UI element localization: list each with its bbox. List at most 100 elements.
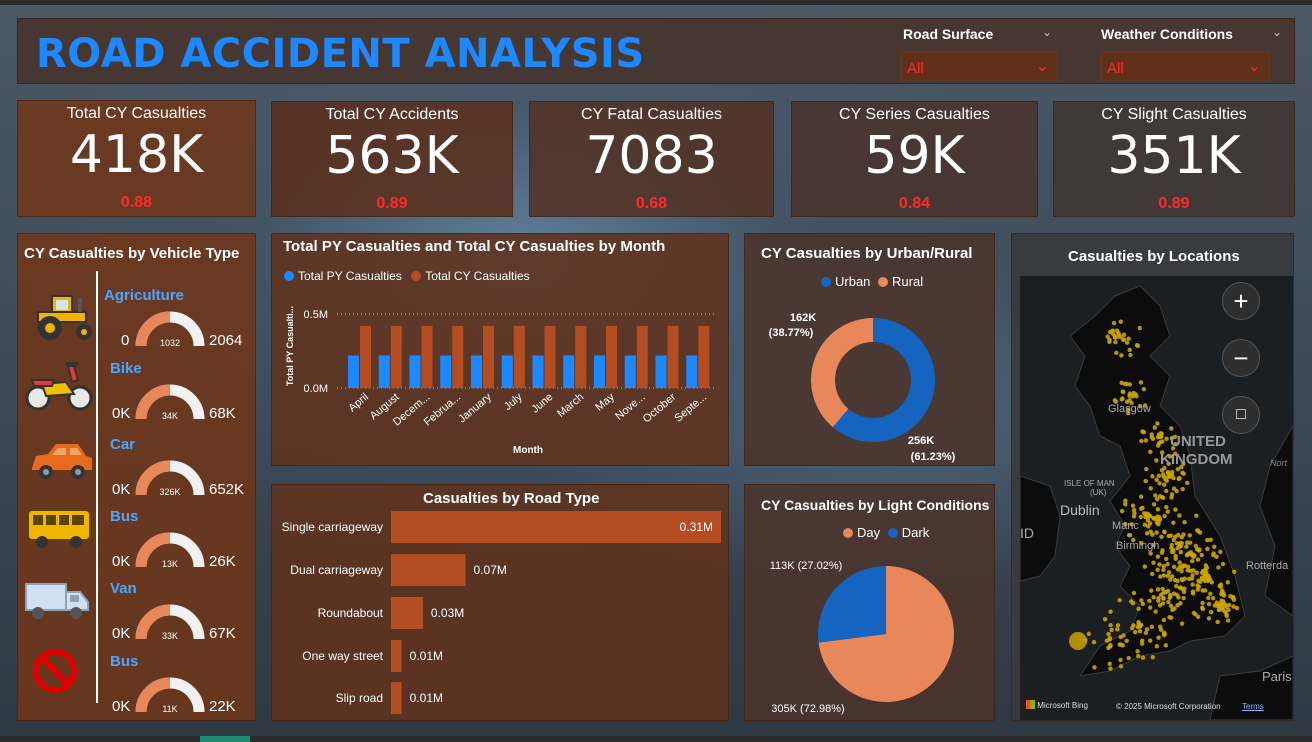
chevron-down-icon[interactable]: ⌄ bbox=[1042, 25, 1052, 39]
active-page-tab[interactable] bbox=[200, 736, 250, 742]
casualty-dot bbox=[1162, 513, 1167, 519]
casualty-dot bbox=[1168, 603, 1174, 609]
casualty-dot bbox=[1186, 576, 1192, 582]
casualty-dot bbox=[1148, 529, 1153, 534]
vehicle-name: Agriculture bbox=[104, 287, 185, 304]
kpi-card-slight-casualties[interactable]: CY Slight Casualties 351K 0.89 bbox=[1053, 101, 1295, 217]
casualty-dot bbox=[1162, 529, 1167, 534]
py-bar bbox=[348, 355, 359, 388]
car-icon bbox=[32, 444, 92, 479]
casualty-dot bbox=[1180, 577, 1185, 583]
road-type-chart[interactable]: Casualties by Road Type Single carriagew… bbox=[271, 484, 729, 721]
zoom-out-button[interactable]: − bbox=[1222, 339, 1260, 377]
casualty-dot bbox=[1120, 389, 1126, 394]
casualty-dot bbox=[1139, 438, 1144, 444]
py-bar bbox=[378, 355, 390, 388]
casualty-dot bbox=[1195, 557, 1201, 562]
casualty-dot bbox=[1232, 569, 1237, 574]
prohibited-icon bbox=[33, 649, 77, 693]
vehicle-type-panel: CY Casualties by Vehicle Type Agricultur… bbox=[17, 233, 256, 721]
casualty-dot bbox=[1171, 564, 1177, 570]
casualty-dot bbox=[1205, 546, 1210, 552]
casualty-dot bbox=[1199, 605, 1205, 610]
casualty-dot bbox=[1167, 595, 1172, 601]
casualty-dot bbox=[1132, 629, 1138, 635]
casualty-dot bbox=[1102, 616, 1108, 622]
casualty-dot bbox=[1171, 520, 1176, 525]
casualty-dot bbox=[1159, 534, 1164, 540]
kpi-value: 351K bbox=[1107, 126, 1241, 186]
urban-rural-chart[interactable]: CY Casualties by Urban/Rural Urban Rural… bbox=[744, 233, 995, 466]
casualty-dot bbox=[1206, 595, 1211, 601]
casualty-dot bbox=[1110, 328, 1116, 333]
casualty-dot bbox=[1124, 381, 1129, 387]
casualty-dot bbox=[1151, 515, 1156, 521]
map-label-manchester: Manc bbox=[1112, 520, 1139, 532]
casualty-dot bbox=[1160, 586, 1165, 592]
casualty-dot bbox=[1157, 562, 1162, 567]
casualty-dot bbox=[1225, 580, 1230, 585]
casualty-dot bbox=[1195, 528, 1200, 533]
casualty-dot bbox=[1119, 508, 1125, 514]
casualty-dot bbox=[1177, 475, 1182, 481]
page-title: ROAD ACCIDENT ANALYSIS bbox=[36, 31, 645, 77]
casualty-dot bbox=[1111, 320, 1117, 326]
gauge: 13K bbox=[135, 532, 205, 569]
select-region-button[interactable]: □ bbox=[1222, 396, 1260, 434]
cy-bar bbox=[513, 325, 525, 388]
gauge-max-label: 2064 bbox=[209, 332, 243, 349]
casualty-dot bbox=[1190, 573, 1195, 578]
cy-bar bbox=[452, 325, 464, 388]
light-conditions-chart[interactable]: CY Casualties by Light Conditions Day Da… bbox=[744, 484, 995, 721]
py-bar bbox=[501, 355, 513, 388]
casualty-dot bbox=[1157, 481, 1162, 486]
casualty-dot bbox=[1144, 627, 1150, 632]
casualty-dot bbox=[1166, 599, 1171, 605]
map-label-north-sea: Nort bbox=[1270, 458, 1288, 468]
casualty-dot bbox=[1149, 571, 1155, 577]
vehicle-name: Bike bbox=[110, 360, 142, 377]
kpi-card-total-casualties[interactable]: Total CY Casualties 418K 0.88 bbox=[17, 100, 256, 217]
casualty-dot bbox=[1086, 631, 1092, 637]
casualty-dot bbox=[1118, 319, 1124, 324]
casualty-dot bbox=[1208, 609, 1214, 615]
microsoft-logo-icon bbox=[1026, 700, 1035, 709]
casualty-dot bbox=[1203, 571, 1209, 577]
casualty-dot bbox=[1092, 665, 1097, 670]
chevron-down-icon[interactable]: ⌄ bbox=[1272, 25, 1282, 39]
py-bar bbox=[686, 355, 698, 388]
casualty-dot bbox=[1118, 634, 1123, 640]
casualty-dot bbox=[1176, 595, 1181, 600]
casualty-dot bbox=[1127, 533, 1133, 538]
kpi-card-serious-casualties[interactable]: CY Series Casualties 59K 0.84 bbox=[791, 101, 1038, 217]
casualty-dot bbox=[1140, 655, 1146, 660]
casualty-dot bbox=[1188, 568, 1193, 574]
casualty-dot bbox=[1138, 514, 1143, 520]
py-bar bbox=[655, 355, 667, 388]
kpi-card-fatal-casualties[interactable]: CY Fatal Casualties 7083 0.68 bbox=[529, 101, 774, 217]
monthly-casualties-chart[interactable]: Total PY Casualties and Total CY Casualt… bbox=[271, 233, 729, 466]
casualty-dot bbox=[1189, 558, 1195, 564]
casualty-dot bbox=[1180, 470, 1185, 475]
casualty-dot bbox=[1130, 625, 1135, 631]
kpi-value: 59K bbox=[864, 126, 965, 186]
casualty-dot bbox=[1208, 591, 1213, 597]
vehicle-name: Car bbox=[110, 436, 136, 453]
road-surface-dropdown[interactable]: All ⌄ bbox=[900, 51, 1058, 81]
casualty-dot bbox=[1123, 502, 1128, 507]
casualty-dot bbox=[1147, 521, 1153, 526]
casualty-dot bbox=[1150, 436, 1156, 441]
zoom-in-button[interactable]: + bbox=[1222, 282, 1260, 320]
x-tick-label: July bbox=[502, 391, 525, 413]
cy-bar bbox=[390, 325, 402, 388]
category-label: One way street bbox=[302, 649, 383, 663]
gauge-max-label: 652K bbox=[209, 481, 245, 498]
casualty-dot bbox=[1108, 622, 1113, 628]
location-map-panel[interactable]: Casualties by Locations Glasgow UNITED K… bbox=[1011, 233, 1294, 721]
py-bar bbox=[532, 355, 544, 388]
casualty-dot bbox=[1121, 337, 1126, 342]
map-terms-link[interactable]: Terms bbox=[1242, 702, 1264, 711]
kpi-card-total-accidents[interactable]: Total CY Accidents 563K 0.89 bbox=[271, 101, 513, 217]
weather-conditions-dropdown[interactable]: All ⌄ bbox=[1100, 51, 1270, 81]
data-label: 256K bbox=[908, 435, 934, 447]
